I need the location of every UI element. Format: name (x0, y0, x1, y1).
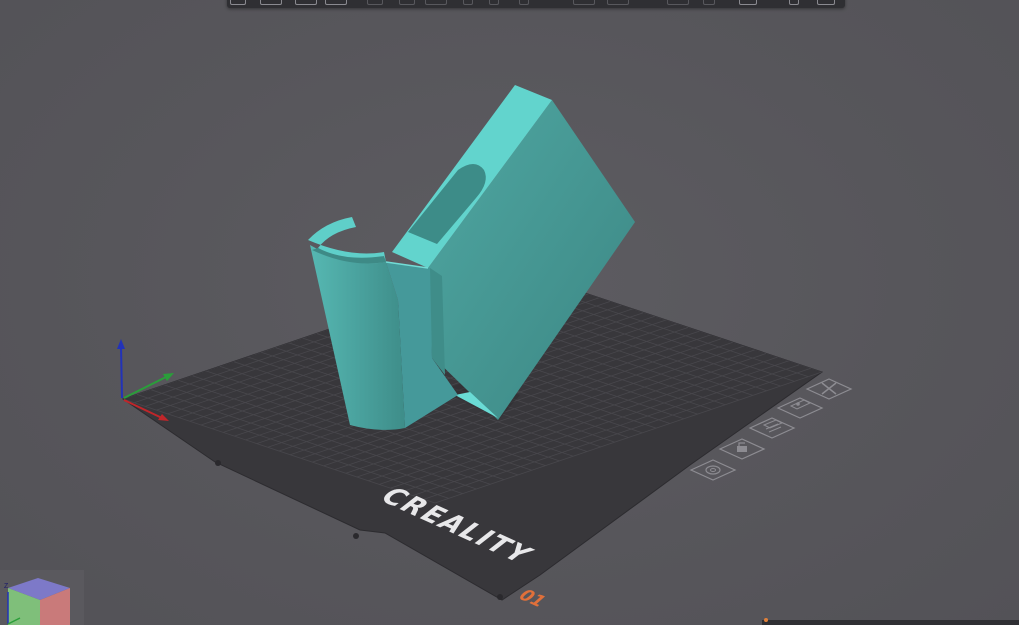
plate-close-icon[interactable] (805, 378, 853, 400)
plate-number-label: 01 (515, 586, 549, 611)
status-indicator (764, 618, 768, 622)
plate-thumbnail-icon[interactable] (776, 397, 824, 419)
plate-settings-icon[interactable] (689, 459, 737, 481)
view-cube-z-label: Z (4, 583, 9, 590)
scene-canvas[interactable]: CREALITY 01 (0, 0, 1019, 625)
plate-layout-icon[interactable] (748, 417, 796, 439)
plate-hole (497, 594, 503, 600)
z-axis (120, 345, 123, 399)
3d-viewport[interactable]: CREALITY 01 Z (0, 0, 1019, 625)
view-cube[interactable]: Z (0, 570, 84, 625)
plate-hole (215, 460, 221, 466)
plate-lock-icon[interactable] (718, 438, 766, 460)
plate-hole (353, 533, 359, 539)
z-axis-arrow (117, 339, 125, 349)
bottom-status-bar (762, 620, 1019, 625)
